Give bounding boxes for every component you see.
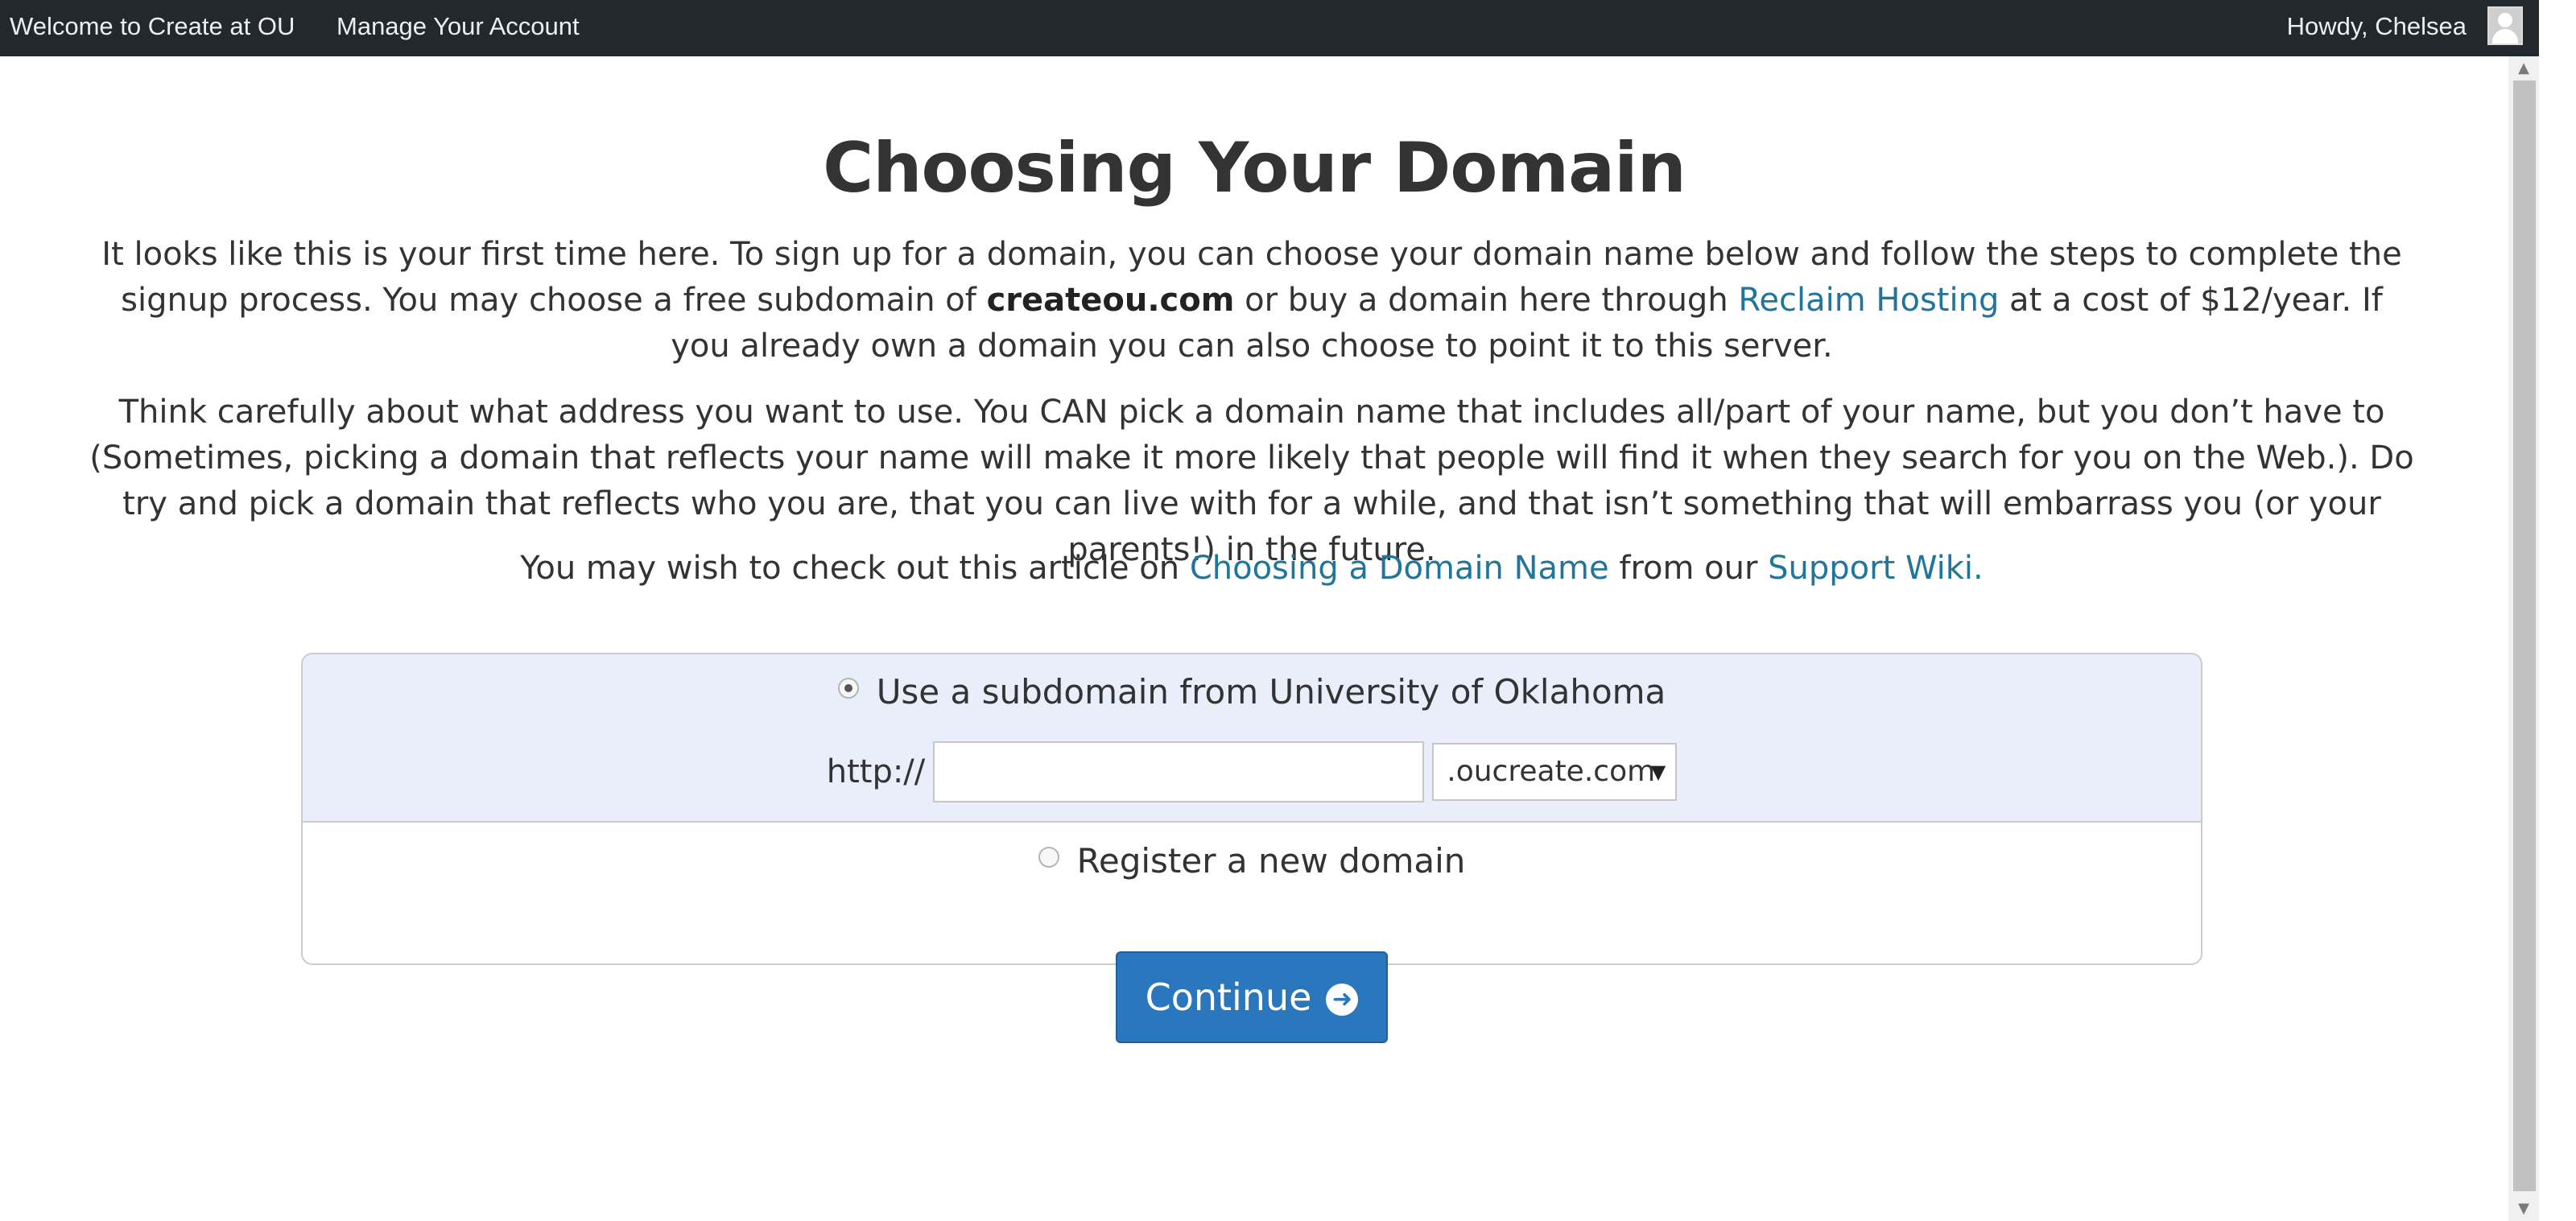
- scroll-up-icon[interactable]: ▲: [2508, 56, 2539, 80]
- window-edge: [2539, 0, 2576, 1221]
- article-text-1: You may wish to check out this article o…: [520, 550, 1190, 587]
- intro-paragraph: It looks like this is your first time he…: [89, 232, 2415, 369]
- support-wiki-link[interactable]: Support Wiki.: [1768, 550, 1984, 587]
- subdomain-option[interactable]: Use a subdomain from University of Oklah…: [303, 672, 2201, 712]
- domain-suffix-value: .oucreate.com: [1447, 755, 1656, 788]
- url-prefix-label: http://: [826, 753, 926, 790]
- page-title: Choosing Your Domain: [823, 128, 1686, 208]
- site-home-link[interactable]: Welcome to Create at OU: [10, 0, 295, 56]
- vertical-scrollbar[interactable]: ▲ ▼: [2508, 56, 2539, 1221]
- article-paragraph: You may wish to check out this article o…: [89, 546, 2415, 592]
- subdomain-url-row: http:// .oucreate.com ▼: [303, 741, 2201, 802]
- user-avatar-icon[interactable]: [2487, 6, 2523, 45]
- scrollbar-thumb[interactable]: [2513, 80, 2536, 1191]
- manage-account-link[interactable]: Manage Your Account: [336, 0, 580, 56]
- subdomain-input[interactable]: [933, 741, 1425, 802]
- continue-button[interactable]: Continue ➜: [1116, 951, 1388, 1043]
- admin-bar: Welcome to Create at OU Manage Your Acco…: [0, 0, 2539, 56]
- subdomain-option-label[interactable]: Use a subdomain from University of Oklah…: [877, 672, 1666, 712]
- intro-text-2: or buy a domain here through: [1234, 282, 1739, 319]
- register-domain-label[interactable]: Register a new domain: [1077, 841, 1466, 881]
- domain-suffix-select[interactable]: .oucreate.com ▼: [1432, 743, 1678, 801]
- register-domain-radio[interactable]: [1038, 847, 1059, 868]
- arrow-circle-right-icon: ➜: [1326, 984, 1359, 1016]
- article-text-2: from our: [1608, 550, 1769, 587]
- reclaim-hosting-link[interactable]: Reclaim Hosting: [1738, 282, 1999, 319]
- free-domain-name: createou.com: [986, 282, 1235, 319]
- domain-options-box: Use a subdomain from University of Oklah…: [301, 653, 2202, 965]
- subdomain-option-panel[interactable]: Use a subdomain from University of Oklah…: [303, 654, 2201, 823]
- scroll-down-icon[interactable]: ▼: [2508, 1197, 2539, 1221]
- dropdown-caret-icon: ▼: [1650, 761, 1666, 783]
- choosing-domain-article-link[interactable]: Choosing a Domain Name: [1190, 550, 1609, 587]
- register-domain-option[interactable]: Register a new domain: [303, 841, 2201, 881]
- main-content: Choosing Your Domain It looks like this …: [0, 56, 2508, 1221]
- subdomain-radio[interactable]: [837, 678, 859, 699]
- user-greeting[interactable]: Howdy, Chelsea: [2287, 0, 2467, 56]
- continue-button-label: Continue: [1145, 976, 1312, 1019]
